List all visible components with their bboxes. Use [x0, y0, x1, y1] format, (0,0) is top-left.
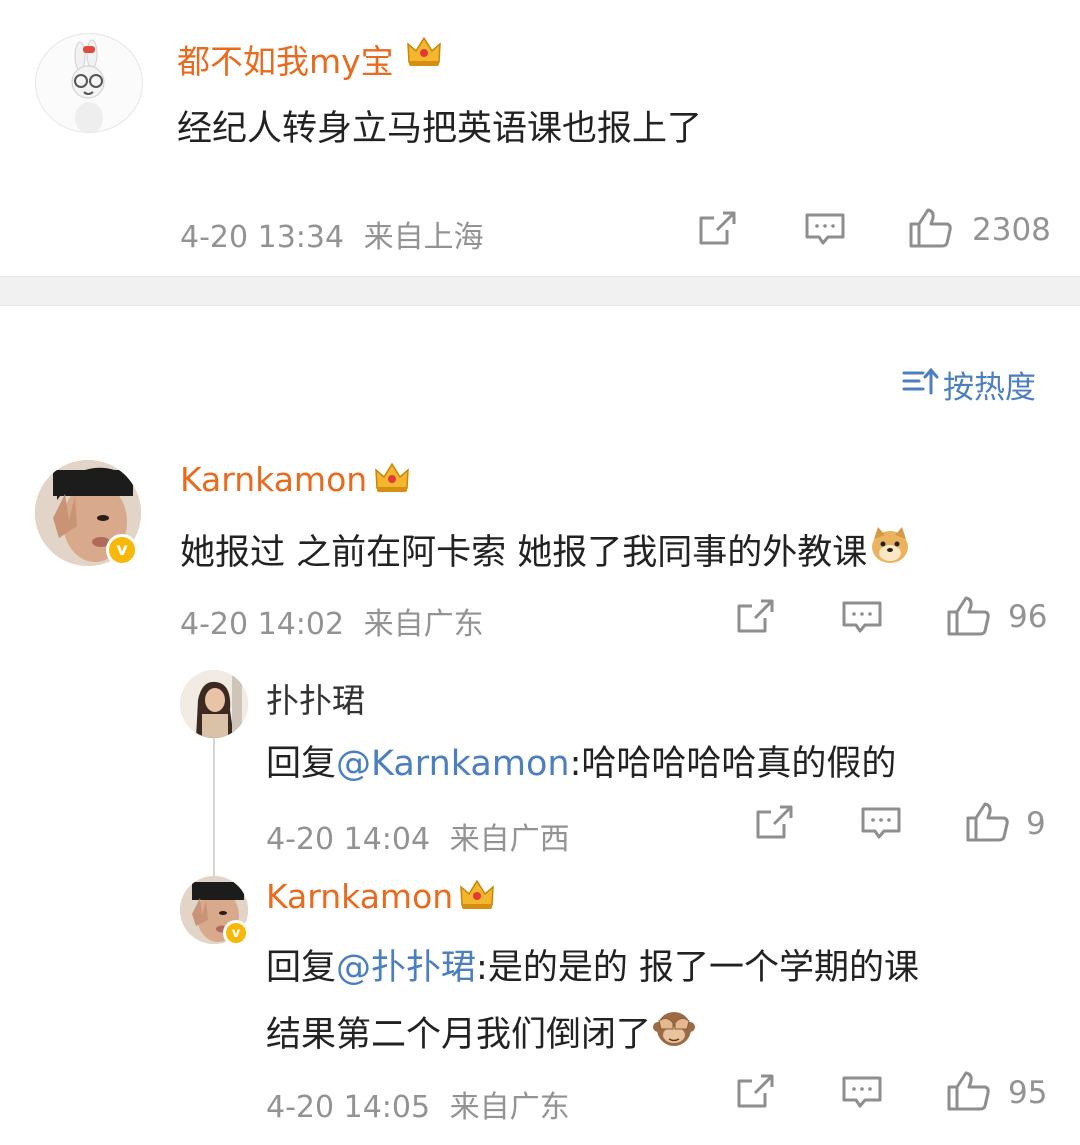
section-divider — [0, 276, 1080, 306]
username[interactable]: 都不如我my宝 — [177, 35, 394, 83]
mention-link[interactable]: @Karnkamon — [336, 744, 570, 784]
share-icon[interactable] — [735, 598, 775, 636]
reply-text: 回复@Karnkamon:哈哈哈哈哈真的假的 — [266, 735, 896, 786]
like-icon[interactable] — [908, 207, 954, 249]
crown-icon — [405, 34, 443, 68]
comment-text: 她报过 之前在阿卡索 她报了我同事的外教课 — [180, 524, 911, 575]
like-count: 96 — [1008, 599, 1048, 635]
see-no-evil-monkey-emoji — [653, 1007, 696, 1056]
comment-icon[interactable] — [860, 806, 902, 844]
sort-by-hot-button[interactable]: 按热度 — [901, 362, 1036, 407]
crown-icon — [373, 460, 411, 494]
timestamp: 4-20 14:02 来自广东 — [180, 599, 484, 643]
reply-text: 回复@扑扑珺:是的是的 报了一个学期的课 — [266, 939, 919, 990]
sort-icon — [901, 365, 939, 405]
like-count: 9 — [1026, 806, 1046, 842]
crown-icon — [458, 877, 496, 911]
comment-text: 经纪人转身立马把英语课也报上了 — [177, 109, 703, 149]
timestamp: 4-20 13:34 来自上海 — [180, 212, 484, 256]
reply-content-line2: 结果第二个月我们倒闭了 — [266, 1015, 652, 1055]
like-icon[interactable] — [946, 595, 992, 637]
timestamp-text: 4-20 14:04 — [266, 822, 431, 857]
reply-content: :是的是的 报了一个学期的课 — [476, 948, 919, 988]
timestamp: 4-20 14:04 来自广西 — [266, 814, 570, 858]
like-count: 95 — [1008, 1075, 1048, 1111]
doge-emoji — [869, 525, 911, 574]
reply-text-line2: 结果第二个月我们倒闭了 — [266, 1006, 696, 1057]
comment-icon[interactable] — [841, 1075, 883, 1113]
sort-label: 按热度 — [943, 370, 1036, 406]
location-text: 来自广东 — [363, 607, 484, 642]
location-text: 来自上海 — [363, 220, 484, 255]
location-text: 来自广东 — [449, 1090, 570, 1125]
like-icon[interactable] — [965, 801, 1011, 843]
verified-badge-icon: v — [106, 534, 138, 566]
share-icon[interactable] — [754, 804, 794, 842]
share-icon[interactable] — [735, 1073, 775, 1111]
timestamp-text: 4-20 14:05 — [266, 1090, 431, 1125]
timestamp: 4-20 14:05 来自广东 — [266, 1082, 570, 1126]
location-text: 来自广西 — [449, 822, 570, 857]
timestamp-text: 4-20 13:34 — [180, 220, 345, 255]
avatar[interactable] — [35, 33, 143, 133]
like-icon[interactable] — [946, 1070, 992, 1112]
reply-prefix: 回复 — [266, 744, 337, 784]
username[interactable]: 扑扑珺 — [266, 674, 365, 722]
mention-link[interactable]: @扑扑珺 — [336, 948, 476, 988]
like-count: 2308 — [972, 212, 1051, 248]
avatar[interactable] — [180, 670, 248, 738]
timestamp-text: 4-20 14:02 — [180, 607, 345, 642]
verified-badge-icon: v — [223, 920, 249, 946]
comment-text-content: 她报过 之前在阿卡索 她报了我同事的外教课 — [180, 533, 868, 573]
reply-thread-line — [213, 738, 215, 878]
comment-icon[interactable] — [804, 212, 846, 250]
username[interactable]: Karnkamon — [266, 877, 453, 916]
reply-prefix: 回复 — [266, 948, 337, 988]
comment-icon[interactable] — [841, 600, 883, 638]
share-icon[interactable] — [697, 210, 737, 248]
username[interactable]: Karnkamon — [180, 460, 367, 499]
reply-content: :哈哈哈哈哈真的假的 — [569, 744, 897, 784]
